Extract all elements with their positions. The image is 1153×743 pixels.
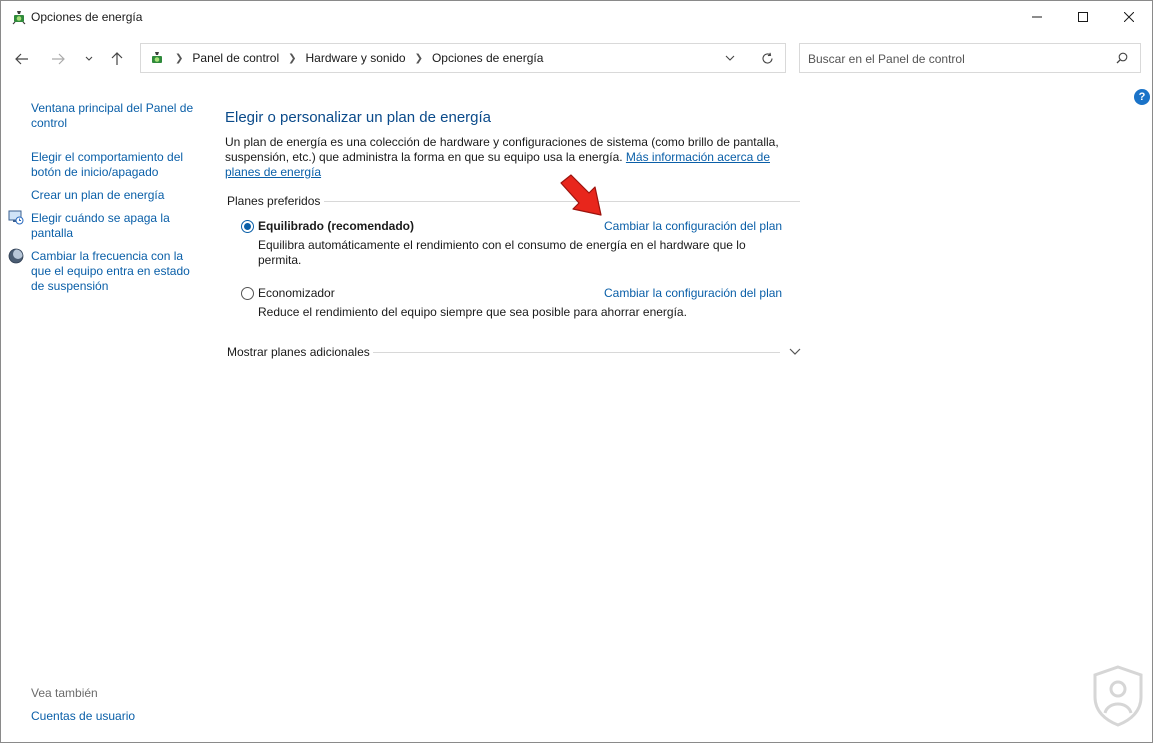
navigation-bar: ❯ Panel de control ❯ Hardware y sonido ❯… bbox=[1, 41, 1152, 77]
plan-power-saver-description: Reduce el rendimiento del equipo siempre… bbox=[258, 305, 687, 319]
forward-button[interactable] bbox=[48, 49, 68, 69]
address-bar[interactable]: ❯ Panel de control ❯ Hardware y sonido ❯… bbox=[140, 43, 786, 73]
power-options-icon bbox=[152, 52, 162, 63]
plan-balanced-radio[interactable] bbox=[241, 220, 254, 233]
breadcrumb-item-power[interactable]: Opciones de energía bbox=[432, 51, 543, 65]
sidebar-link-control-panel-home[interactable]: Ventana principal del Panel de control bbox=[31, 101, 201, 131]
plan-power-saver-change-link[interactable]: Cambiar la configuración del plan bbox=[604, 286, 782, 300]
window-title: Opciones de energía bbox=[31, 10, 143, 24]
plan-power-saver-name[interactable]: Economizador bbox=[258, 286, 335, 300]
more-plans-divider bbox=[373, 352, 780, 353]
chevron-down-icon[interactable] bbox=[788, 345, 802, 359]
address-dropdown-icon[interactable] bbox=[725, 55, 735, 61]
back-button[interactable] bbox=[12, 49, 32, 69]
sidebar-link-create-plan[interactable]: Crear un plan de energía bbox=[31, 188, 201, 203]
plan-power-saver-radio[interactable] bbox=[241, 287, 254, 300]
control-panel-window: Opciones de energía ❯ Panel de control ❯… bbox=[0, 0, 1153, 743]
chevron-right-icon: ❯ bbox=[414, 52, 423, 64]
search-box bbox=[799, 43, 1141, 74]
search-input[interactable] bbox=[800, 44, 1110, 74]
plan-balanced-description: Equilibra automáticamente el rendimiento… bbox=[258, 238, 746, 267]
sidebar-link-sleep[interactable]: Cambiar la frecuencia con la que el equi… bbox=[31, 249, 201, 294]
breadcrumb-item-hardware[interactable]: Hardware y sonido bbox=[306, 51, 406, 65]
close-icon bbox=[1124, 12, 1134, 22]
search-icon[interactable] bbox=[1116, 52, 1128, 64]
show-more-plans-label[interactable]: Mostrar planes adicionales bbox=[227, 345, 370, 359]
title-bar: Opciones de energía bbox=[1, 1, 1152, 33]
sidebar-link-power-button[interactable]: Elegir el comportamiento del botón de in… bbox=[31, 150, 201, 180]
power-options-icon bbox=[12, 11, 26, 25]
plan-balanced-name[interactable]: Equilibrado (recomendado) bbox=[258, 219, 414, 233]
chevron-down-icon bbox=[85, 56, 93, 61]
chevron-right-icon: ❯ bbox=[175, 52, 184, 64]
maximize-icon bbox=[1078, 12, 1088, 22]
plan-balanced-change-link[interactable]: Cambiar la configuración del plan bbox=[604, 219, 782, 233]
breadcrumb-item-panel[interactable]: Panel de control bbox=[192, 51, 279, 65]
chevron-right-icon: ❯ bbox=[288, 52, 297, 64]
monitor-clock-icon bbox=[8, 210, 24, 225]
annotation-arrow-icon bbox=[560, 174, 602, 216]
watermark-logo-icon bbox=[1093, 665, 1143, 727]
help-button[interactable]: ? bbox=[1134, 89, 1150, 105]
sleep-moon-icon bbox=[8, 248, 24, 264]
sidebar-link-user-accounts[interactable]: Cuentas de usuario bbox=[31, 709, 135, 724]
sidebar-link-display-off[interactable]: Elegir cuándo se apaga la pantalla bbox=[31, 211, 201, 241]
arrow-right-icon bbox=[52, 53, 65, 65]
up-button[interactable] bbox=[107, 49, 127, 69]
minimize-button[interactable] bbox=[1014, 1, 1060, 33]
arrow-left-icon bbox=[15, 53, 28, 65]
preferred-plans-label: Planes preferidos bbox=[227, 194, 321, 208]
page-title: Elegir o personalizar un plan de energía bbox=[225, 109, 492, 126]
minimize-icon bbox=[1032, 16, 1042, 18]
help-icon: ? bbox=[1138, 91, 1146, 103]
recent-locations-button[interactable] bbox=[79, 49, 99, 69]
arrow-up-icon bbox=[111, 52, 123, 65]
breadcrumb: ❯ Panel de control ❯ Hardware y sonido ❯… bbox=[149, 44, 543, 72]
see-also-heading: Vea también bbox=[31, 686, 98, 700]
page-description: Un plan de energía es una colección de h… bbox=[225, 135, 805, 180]
close-button[interactable] bbox=[1106, 1, 1152, 33]
refresh-icon[interactable] bbox=[761, 52, 774, 65]
maximize-button[interactable] bbox=[1060, 1, 1106, 33]
